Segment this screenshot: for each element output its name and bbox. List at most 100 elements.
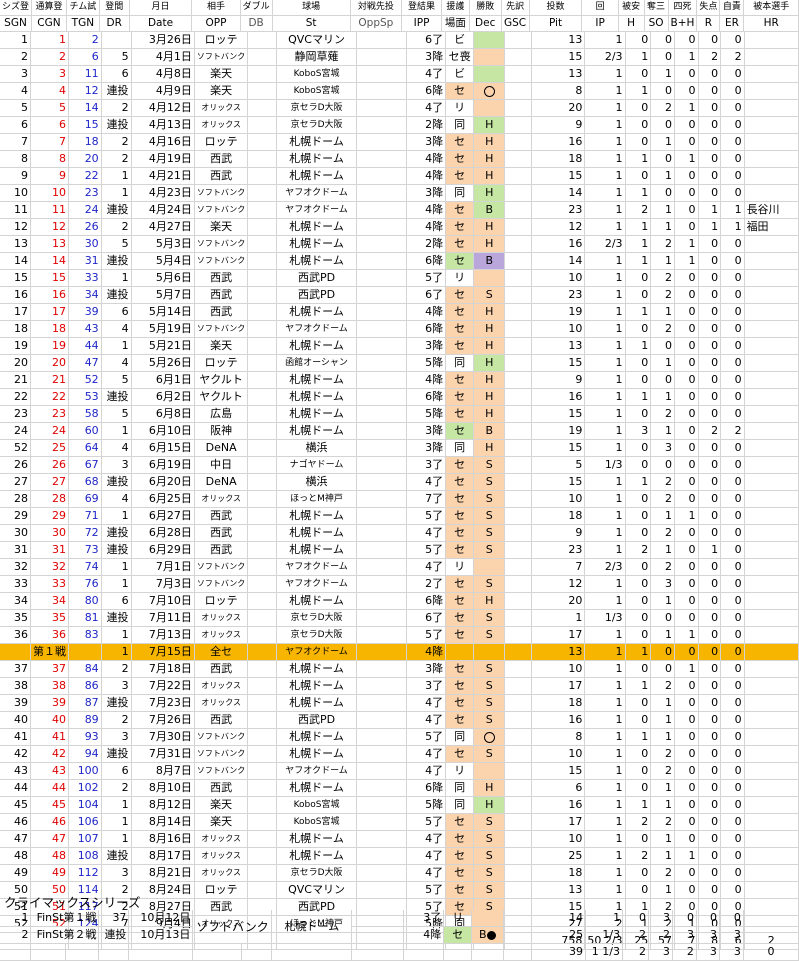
walks-hbp: 0 (674, 830, 699, 848)
walks-hbp: 0 (674, 796, 699, 814)
home-run-batter (744, 303, 799, 321)
season-game-number: 47 (0, 830, 31, 848)
strikeouts: 3 (648, 910, 673, 927)
hits-allowed: 0 (625, 286, 652, 304)
game-row: 11 11 24 連投 4月24日 ソフトバンク ヤフオクドーム 4降セ B 23 1 2 1 0 1 1 長谷… (0, 201, 799, 219)
entry-result: 5降 (406, 796, 447, 814)
opponent: ロッテ (194, 133, 249, 151)
cs-stage-game: FinSt第２戦 (30, 926, 100, 944)
earned-runs: 1 (720, 218, 745, 236)
header-en-cell: 場面 (441, 15, 470, 32)
doubleheader (247, 796, 278, 814)
header-en-cell: H (618, 15, 645, 32)
doubleheader (247, 609, 278, 627)
career-game-number: 21 (30, 371, 69, 389)
game-date: 8月16日 (131, 830, 195, 848)
opponent: 西武 (194, 286, 249, 304)
innings-pitched: 1 (584, 643, 626, 661)
doubleheader (247, 779, 278, 797)
season-game-number: 32 (0, 558, 31, 576)
rest-days: 1 (101, 575, 132, 593)
cs-game-number: 2 (0, 926, 32, 944)
team-game-number: 84 (68, 660, 102, 678)
walks-hbp: 0 (674, 32, 699, 49)
strikeouts: 2 (650, 405, 676, 423)
game-score (504, 524, 533, 542)
career-game-number: 28 (30, 490, 69, 508)
innings-pitched: 1 (584, 677, 626, 695)
decision (473, 99, 506, 117)
rest-days: 6 (101, 762, 132, 780)
season-game-number: 11 (0, 201, 31, 219)
doubleheader (247, 541, 278, 559)
earned-runs: 0 (720, 116, 745, 134)
earned-runs: 0 (720, 575, 745, 593)
hits-allowed: 0 (625, 320, 652, 338)
stadium: KoboS宮城 (276, 813, 357, 831)
season-game-number: 27 (0, 473, 31, 491)
pitch-count: 20 (531, 592, 586, 610)
team-game-number: 112 (68, 864, 102, 882)
doubleheader (247, 694, 278, 712)
earned-runs: 0 (720, 456, 745, 474)
rest-days: 連投 (101, 473, 132, 491)
opponent: 楽天 (194, 65, 249, 83)
stadium: ヤフオクドーム (276, 201, 357, 219)
innings-pitched: 1 (584, 422, 626, 440)
doubleheader (247, 677, 278, 695)
opponent: ソフトバンク (194, 235, 249, 253)
stadium: ナゴヤドーム (276, 456, 357, 474)
runs: 0 (698, 456, 722, 474)
game-date: 4月16日 (131, 133, 195, 151)
game-date: 6月28日 (131, 524, 195, 542)
doubleheader (247, 235, 278, 253)
opponent: 西武 (194, 269, 249, 287)
runs: 3 (696, 926, 720, 944)
pitch-count: 19 (531, 303, 586, 321)
hits-allowed: 0 (625, 354, 652, 372)
runs: 0 (698, 558, 722, 576)
game-score (504, 864, 533, 882)
team-game-number: 76 (68, 575, 102, 593)
career-game-number: 31 (30, 541, 69, 559)
earned-runs: 2 (720, 422, 745, 440)
opponent: ソフトバンク (194, 558, 249, 576)
stadium: 札幌ドーム (276, 728, 357, 746)
season-game-number: 21 (0, 371, 31, 389)
game-row: 35 35 81 連投 7月11日 オリックス 京セラD大阪 6了セ S 1 1/3 0 0 0 0 0 (0, 609, 799, 627)
stadium: 札幌ドーム (276, 405, 357, 423)
game-date: 6月8日 (131, 405, 195, 423)
game-row: 47 47 107 1 8月16日 オリックス 札幌ドーム 4了セ S 10 1 0 1 0 0 0 (0, 830, 799, 848)
doubleheader (247, 456, 278, 474)
career-game-number: 39 (30, 694, 69, 712)
game-score (504, 235, 533, 253)
entry-result: 4降 (406, 150, 447, 168)
entry-result: 4了 (406, 762, 447, 780)
support-situation: セ (445, 711, 475, 729)
doubleheader (247, 201, 278, 219)
pitch-count: 15 (531, 762, 586, 780)
opponent: 西武 (194, 711, 249, 729)
entry-result: 5了 (406, 881, 447, 899)
innings-pitched: 1 (584, 439, 626, 457)
game-date: 5月3日 (131, 235, 195, 253)
team-game-number: 47 (68, 354, 102, 372)
opp-starter (356, 881, 407, 899)
rest-days: 1 (101, 626, 132, 644)
stadium: 札幌ドーム (271, 910, 353, 944)
support-situation: セ (445, 592, 475, 610)
walks-hbp: 1 (674, 150, 699, 168)
career-game-number: 29 (30, 507, 69, 525)
opponent: 西武 (194, 524, 249, 542)
stadium: 札幌ドーム (276, 677, 357, 695)
game-row: 28 28 69 4 6月25日 オリックス ほっとM神戸 7了セ S 10 1 0 2 0 0 0 (0, 490, 799, 508)
hits-allowed: 0 (625, 371, 652, 389)
career-game-number: 11 (30, 201, 69, 219)
game-score (503, 910, 533, 927)
decision: H (473, 592, 506, 610)
rest-days: 1 (101, 796, 132, 814)
pitch-count: 10 (531, 830, 586, 848)
hits-allowed: 1 (625, 337, 652, 355)
game-log-table: 1 1 2 3月26日 ロッテ QVCマリン 6了ビ 13 1 0 0 0 0 0 2 2 6 5 4月1日 ソフトバ… (0, 32, 799, 950)
rest-days: 3 (101, 677, 132, 695)
